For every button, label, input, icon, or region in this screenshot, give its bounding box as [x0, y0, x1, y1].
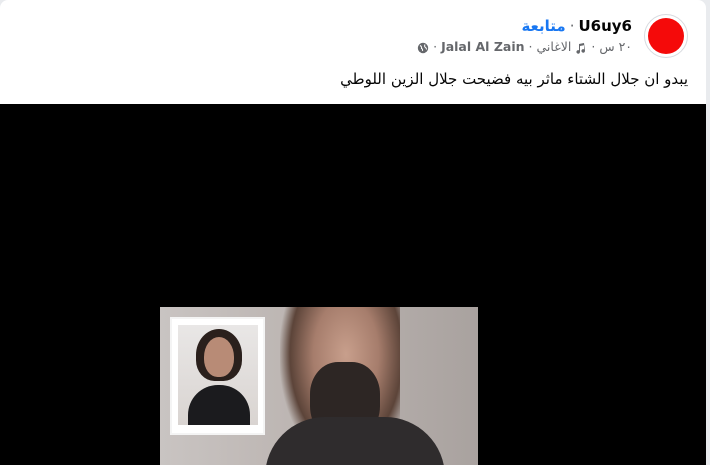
name-row: U6uy6·متابعة	[417, 16, 632, 36]
post-header: U6uy6·متابعة ٢٠ س · الاغاني · Jalal Al Z…	[18, 10, 688, 62]
author-name[interactable]: U6uy6	[578, 17, 632, 35]
post-caption: يبدو ان جلال الشتاء ماثر بيه فضيحت جلال …	[340, 70, 688, 88]
avatar-image	[648, 18, 684, 54]
avatar[interactable]	[644, 14, 688, 58]
tagged-name[interactable]: Jalal Al Zain	[441, 38, 524, 56]
separator-dot: ·	[528, 39, 533, 54]
post-meta: U6uy6·متابعة ٢٠ س · الاغاني · Jalal Al Z…	[417, 16, 632, 56]
separator-dot: ·	[591, 39, 596, 54]
video-player[interactable]	[0, 104, 706, 465]
globe-icon[interactable]	[417, 38, 429, 56]
post-card: U6uy6·متابعة ٢٠ س · الاغاني · Jalal Al Z…	[0, 0, 706, 465]
follow-button[interactable]: متابعة	[521, 17, 565, 35]
video-inset-person	[178, 325, 258, 425]
video-inset-frame	[170, 317, 265, 435]
post-subtitle: ٢٠ س · الاغاني · Jalal Al Zain ·	[417, 38, 632, 56]
music-note-icon	[575, 38, 587, 56]
music-label[interactable]: الاغاني	[536, 38, 571, 56]
separator-dot: ·	[433, 39, 438, 54]
video-frame	[160, 307, 478, 465]
post-time[interactable]: ٢٠ س	[599, 38, 632, 56]
separator-dot: ·	[569, 17, 575, 35]
